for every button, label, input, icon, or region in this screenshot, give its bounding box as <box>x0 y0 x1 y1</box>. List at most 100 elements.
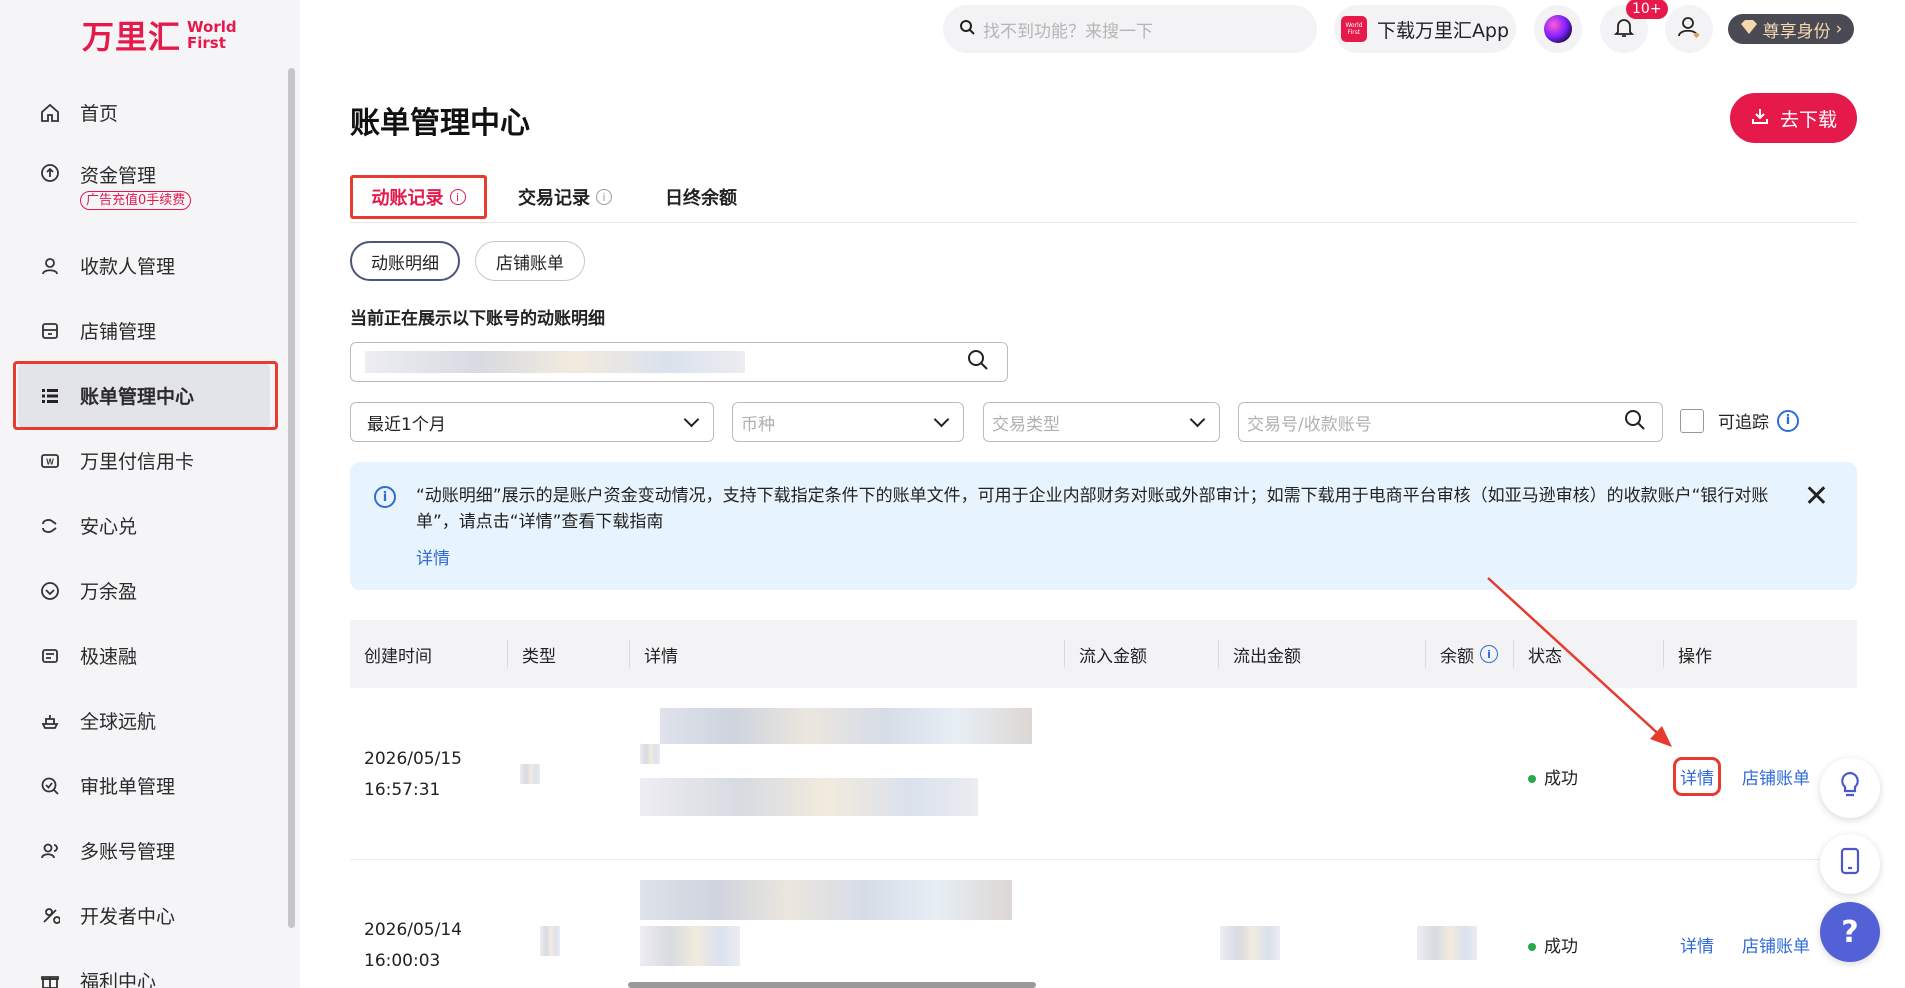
help-button[interactable]: ? <box>1820 902 1880 962</box>
sidebar-item-exchange[interactable]: 安心兑 <box>0 493 300 558</box>
sidebar-item-accounts[interactable]: 多账号管理 <box>0 818 300 883</box>
sidebar-item-billing[interactable]: 账单管理中心 <box>13 361 278 430</box>
notification-button[interactable]: 10+ <box>1600 0 1668 53</box>
transaction-search-input[interactable]: 交易号/收款账号 <box>1238 402 1663 442</box>
search-icon[interactable] <box>967 349 989 375</box>
traceable-filter: 可追踪 i <box>1680 408 1799 433</box>
store-icon <box>38 319 62 343</box>
col-detail: 详情 <box>629 620 678 688</box>
finance-icon <box>38 644 62 668</box>
row-store-bill-link[interactable]: 店铺账单 <box>1742 932 1810 957</box>
account-label: 当前正在展示以下账号的动账明细 <box>350 309 605 329</box>
download-app-label: 下载万里汇App <box>1376 19 1510 42</box>
sidebar-item-label: 账单管理中心 <box>80 386 195 408</box>
global-search-input[interactable]: 找不到功能？来搜一下 <box>943 5 1317 53</box>
diamond-icon <box>1740 19 1758 39</box>
mobile-icon <box>1839 847 1861 882</box>
traceable-checkbox[interactable] <box>1680 408 1704 433</box>
info-icon[interactable]: i <box>596 189 612 205</box>
search-icon[interactable] <box>1624 409 1646 436</box>
mobile-button[interactable] <box>1820 834 1880 894</box>
account-selector[interactable]: ████████████████ <box>350 342 1008 382</box>
info-icon[interactable]: i <box>449 189 466 205</box>
sidebar-item-store[interactable]: 店铺管理 <box>0 298 300 363</box>
sidebar-item-label: 首页 <box>80 103 119 125</box>
sidebar-item-home[interactable]: 首页 <box>0 80 300 145</box>
tips-button[interactable] <box>1820 758 1880 818</box>
chevron-right-icon: › <box>1835 19 1843 39</box>
table-horizontal-scrollbar[interactable] <box>628 982 1036 988</box>
sidebar-item-developer[interactable]: 开发者中心 <box>0 883 300 948</box>
sidebar-item-voyage[interactable]: 全球远航 <box>0 688 300 753</box>
chevron-down-icon <box>933 411 950 427</box>
tab-transactions[interactable]: 交易记录 i <box>518 175 612 219</box>
row-datetime: 2026/05/14 16:00:03 <box>364 915 462 977</box>
col-created-time: 创建时间 <box>364 646 432 667</box>
ai-assistant-button[interactable] <box>1534 5 1582 53</box>
notice-detail-link[interactable]: 详情 <box>416 544 450 569</box>
promo-badge: 广告充值0手续费 <box>80 191 192 210</box>
sidebar-item-label: 收款人管理 <box>80 256 176 278</box>
chevron-down-icon <box>683 411 700 427</box>
tab-daily-balance[interactable]: 日终余额 <box>665 175 737 219</box>
sidebar-item-fund[interactable]: 资金管理 广告充值0手续费 <box>0 145 300 233</box>
sidebar-item-gift[interactable]: 福利中心 <box>0 948 300 988</box>
currency-select[interactable]: 币种 <box>732 402 964 442</box>
row-detail-link[interactable]: 详情 <box>1680 932 1714 957</box>
sidebar-item-label: 多账号管理 <box>80 841 176 863</box>
row-status: 成功 <box>1528 932 1578 957</box>
search-icon <box>959 19 975 40</box>
info-notice: i “动账明细”展示的是账户资金变动情况，支持下载指定条件下的账单文件，可用于企… <box>350 462 1857 590</box>
user-avatar-icon <box>1676 14 1702 44</box>
info-icon[interactable]: i <box>1480 645 1498 663</box>
masked-type <box>520 764 540 784</box>
masked-account <box>365 351 745 373</box>
masked-outflow <box>1220 926 1280 960</box>
download-app-button[interactable]: World First 下载万里汇App <box>1334 5 1516 53</box>
record-tabs: 动账记录 i 交易记录 i 日终余额 <box>350 175 1857 223</box>
vip-status-button[interactable]: 尊享身份 › <box>1728 14 1854 44</box>
masked-detail <box>640 926 740 966</box>
brand-logo[interactable]: 万里汇 World First <box>82 12 237 58</box>
row-time: 16:00:03 <box>364 951 441 971</box>
close-icon[interactable]: ✕ <box>1804 482 1829 512</box>
row-store-bill-link[interactable]: 店铺账单 <box>1742 764 1810 789</box>
col-actions: 操作 <box>1663 620 1712 688</box>
sidebar-item-card[interactable]: W 万里付信用卡 <box>0 428 300 493</box>
sidebar-scrollbar[interactable] <box>288 68 295 928</box>
sidebar-item-payees[interactable]: 收款人管理 <box>0 233 300 298</box>
sidebar-item-finance[interactable]: 极速融 <box>0 623 300 688</box>
tab-label: 交易记录 <box>518 188 590 209</box>
sidebar-item-savings[interactable]: 万余盈 <box>0 558 300 623</box>
card-icon: W <box>38 449 62 473</box>
table-header: 创建时间 类型 详情 流入金额 流出金额 余额 i 状态 操作 <box>350 620 1857 688</box>
logo-cn: 万里汇 <box>82 18 182 56</box>
col-outflow: 流出金额 <box>1218 620 1301 688</box>
row-status: 成功 <box>1528 764 1578 789</box>
masked-detail <box>640 744 660 764</box>
info-icon[interactable]: i <box>1777 409 1799 432</box>
accounts-icon <box>38 839 62 863</box>
row-date: 2026/05/15 <box>364 749 462 769</box>
sidebar-item-label: 万余盈 <box>80 581 138 603</box>
subtab-store-bill[interactable]: 店铺账单 <box>475 241 585 281</box>
row-date: 2026/05/14 <box>364 920 462 940</box>
row-detail-link[interactable]: 详情 <box>1673 757 1721 796</box>
download-button[interactable]: 去下载 <box>1730 93 1857 143</box>
sidebar-item-approval[interactable]: 审批单管理 <box>0 753 300 818</box>
success-dot <box>1528 943 1536 951</box>
sidebar-item-label: 安心兑 <box>80 516 138 538</box>
period-select[interactable]: 最近1个月 <box>350 402 714 442</box>
row-time: 16:57:31 <box>364 780 441 800</box>
tab-label: 日终余额 <box>665 188 737 209</box>
sidebar-item-label: 福利中心 <box>80 971 157 988</box>
fund-icon <box>38 161 62 185</box>
tab-account-activity[interactable]: 动账记录 i <box>350 175 487 219</box>
profile-button[interactable] <box>1665 5 1713 53</box>
sidebar-item-label: 店铺管理 <box>80 321 157 343</box>
lightbulb-icon <box>1837 770 1863 807</box>
svg-text:W: W <box>46 457 54 466</box>
transaction-type-select[interactable]: 交易类型 <box>983 402 1220 442</box>
subtab-activity-detail[interactable]: 动账明细 <box>350 241 460 281</box>
sidebar-item-label: 全球远航 <box>80 711 157 733</box>
